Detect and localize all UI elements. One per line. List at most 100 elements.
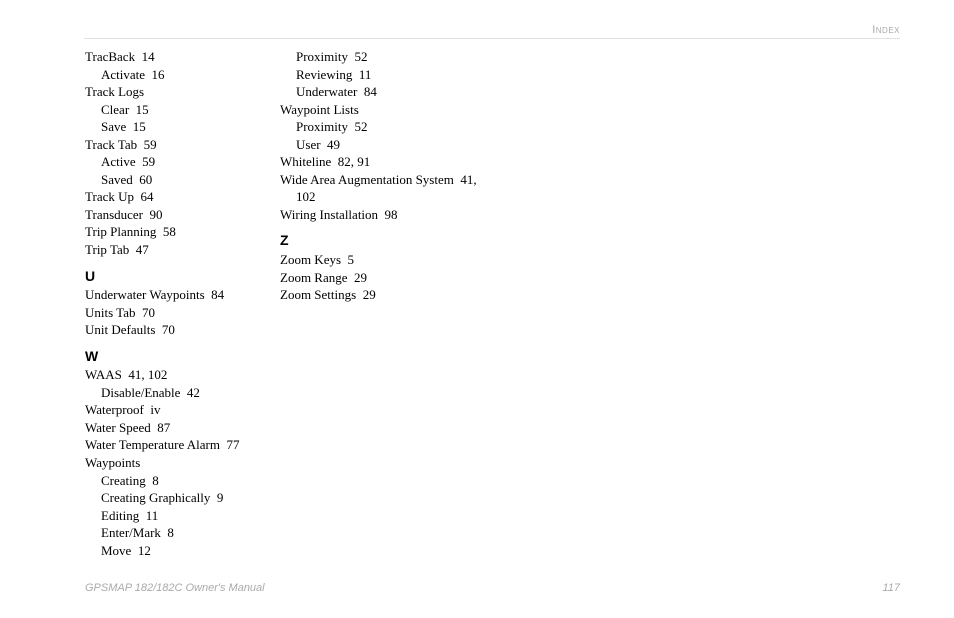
index-pages: 41, 102 (128, 367, 167, 382)
index-pages: 84 (211, 287, 224, 302)
index-term: Saved (101, 172, 133, 187)
index-term: Zoom Range (280, 270, 348, 285)
index-pages: 82, 91 (338, 154, 371, 169)
index-pages: 8 (167, 525, 174, 540)
index-pages: 59 (142, 154, 155, 169)
index-term: Wiring Installation (280, 207, 378, 222)
index-pages: iv (150, 402, 160, 417)
index-pages: 70 (142, 305, 155, 320)
index-term: User (296, 137, 321, 152)
index-pages: 70 (162, 322, 175, 337)
index-term: Transducer (85, 207, 143, 222)
index-pages: 11 (359, 67, 372, 82)
index-term: Waypoints (85, 455, 140, 470)
index-term: Editing (101, 508, 139, 523)
index-term: Underwater (296, 84, 357, 99)
index-term: Track Tab (85, 137, 137, 152)
index-term: Proximity (296, 119, 348, 134)
index-subentry: Save 15 (85, 118, 295, 136)
index-entry: Units Tab 70 (85, 304, 295, 322)
index-term: Waypoint Lists (280, 102, 359, 117)
index-subentry: Reviewing 11 (280, 66, 490, 84)
index-term: Trip Tab (85, 242, 129, 257)
index-subentry: Enter/Mark 8 (85, 524, 295, 542)
index-entry: Wide Area Augmentation System 41, (280, 171, 490, 189)
index-pages: 77 (226, 437, 239, 452)
index-pages: 5 (348, 252, 355, 267)
index-entry: Waypoints (85, 454, 295, 472)
index-entry: Zoom Range 29 (280, 269, 490, 287)
index-term: Wide Area Augmentation System (280, 172, 454, 187)
index-subentry: Editing 11 (85, 507, 295, 525)
index-content: TracBack 14Activate 16Track LogsClear 15… (85, 48, 900, 558)
index-pages: 15 (136, 102, 149, 117)
index-pages: 58 (163, 224, 176, 239)
index-pages: 87 (157, 420, 170, 435)
footer: GPSMAP 182/182C Owner's Manual 117 (85, 582, 900, 594)
index-pages: 47 (136, 242, 149, 257)
index-term: Zoom Settings (280, 287, 356, 302)
index-term: Activate (101, 67, 145, 82)
index-subentry: Move 12 (85, 542, 295, 560)
index-term: WAAS (85, 367, 122, 382)
index-entry: Waypoint Lists (280, 101, 490, 119)
index-pages: 90 (150, 207, 163, 222)
index-entry: WAAS 41, 102 (85, 366, 295, 384)
index-term: Waterproof (85, 402, 144, 417)
index-heading: Z (280, 232, 490, 250)
index-term: Enter/Mark (101, 525, 161, 540)
index-pages: 41, (460, 172, 476, 187)
index-pages: 12 (138, 543, 151, 558)
index-subentry: Creating Graphically 9 (85, 489, 295, 507)
index-pages: 14 (142, 49, 155, 64)
index-pages: 52 (355, 49, 368, 64)
index-term: Units Tab (85, 305, 136, 320)
index-subentry: Activate 16 (85, 66, 295, 84)
index-subentry: Clear 15 (85, 101, 295, 119)
index-term: Underwater Waypoints (85, 287, 205, 302)
index-heading: U (85, 268, 295, 286)
index-term: 102 (296, 189, 316, 204)
index-term: Water Temperature Alarm (85, 437, 220, 452)
index-term: Zoom Keys (280, 252, 341, 267)
index-term: Clear (101, 102, 129, 117)
index-pages: 9 (217, 490, 224, 505)
index-subentry: Creating 8 (85, 472, 295, 490)
index-term: Disable/Enable (101, 385, 180, 400)
index-entry: Water Speed 87 (85, 419, 295, 437)
index-entry: Zoom Settings 29 (280, 286, 490, 304)
index-entry: Underwater Waypoints 84 (85, 286, 295, 304)
page: Index TracBack 14Activate 16Track LogsCl… (0, 0, 954, 618)
index-term: Reviewing (296, 67, 352, 82)
index-term: Whiteline (280, 154, 331, 169)
index-pages: 84 (364, 84, 377, 99)
index-pages: 11 (146, 508, 159, 523)
index-continuation: 102 (280, 188, 490, 206)
index-pages: 64 (141, 189, 154, 204)
header-rule (84, 38, 900, 39)
index-pages: 42 (187, 385, 200, 400)
index-column-1: TracBack 14Activate 16Track LogsClear 15… (85, 48, 295, 559)
index-subentry: Saved 60 (85, 171, 295, 189)
index-term: Creating (101, 473, 146, 488)
index-pages: 49 (327, 137, 340, 152)
index-pages: 29 (354, 270, 367, 285)
header-section-label: Index (872, 24, 900, 36)
index-entry: Zoom Keys 5 (280, 251, 490, 269)
index-term: Water Speed (85, 420, 151, 435)
index-pages: 16 (152, 67, 165, 82)
index-term: Unit Defaults (85, 322, 155, 337)
index-subentry: Underwater 84 (280, 83, 490, 101)
index-entry: Waterproof iv (85, 401, 295, 419)
index-term: Active (101, 154, 136, 169)
index-term: Save (101, 119, 126, 134)
index-pages: 52 (355, 119, 368, 134)
footer-title: GPSMAP 182/182C Owner's Manual (85, 582, 265, 594)
index-pages: 98 (385, 207, 398, 222)
index-pages: 59 (144, 137, 157, 152)
index-entry: Wiring Installation 98 (280, 206, 490, 224)
index-pages: 15 (133, 119, 146, 134)
index-entry: Track Tab 59 (85, 136, 295, 154)
index-entry: Unit Defaults 70 (85, 321, 295, 339)
index-term: Creating Graphically (101, 490, 210, 505)
